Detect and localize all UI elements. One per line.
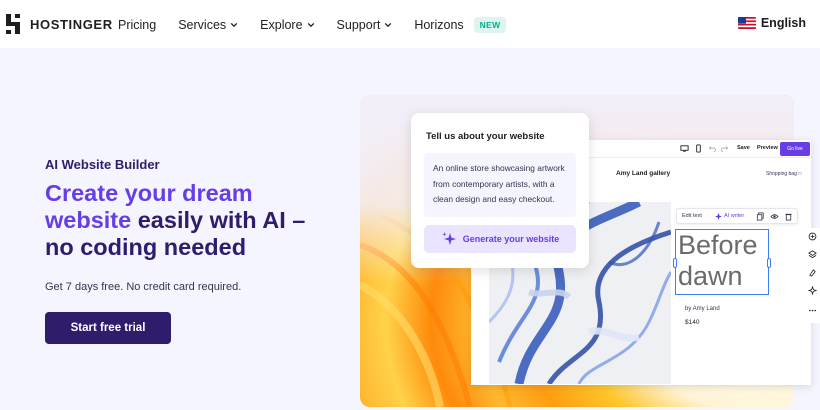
nav-item-pricing[interactable]: Pricing: [118, 18, 156, 32]
language-label: English: [760, 16, 806, 30]
hostinger-logo[interactable]: HOSTINGER: [6, 14, 113, 34]
bag-icon: □: [798, 171, 802, 177]
nav-item-label: Explore: [260, 18, 303, 32]
palette-icon[interactable]: [808, 268, 817, 277]
start-free-trial-button[interactable]: Start free trial: [45, 312, 171, 344]
resize-handle-left[interactable]: [673, 258, 677, 268]
sparkle-icon: [714, 212, 723, 221]
desktop-icon[interactable]: [680, 144, 689, 153]
text-edit-toolbar: Edit text AI writer: [676, 208, 798, 224]
new-badge: NEW: [473, 17, 507, 33]
top-nav-bar: HOSTINGER Pricing Services Explore Suppo…: [0, 0, 820, 48]
editor-side-tools: [806, 228, 820, 323]
duplicate-icon[interactable]: [756, 212, 765, 221]
hero-title: Create your dream website easily with AI…: [45, 180, 315, 261]
chevron-down-icon: [307, 22, 314, 28]
sparkle-icon: [441, 232, 456, 245]
artist-byline: by Amy Land: [685, 306, 720, 312]
trash-icon[interactable]: [784, 212, 793, 221]
nav-item-label: Horizons: [414, 18, 464, 32]
nav-item-horizons[interactable]: Horizons NEW: [414, 17, 507, 33]
nav-item-label: Pricing: [118, 18, 157, 32]
chevron-down-icon: [385, 22, 392, 28]
nav-item-label: Services: [178, 18, 227, 32]
language-selector[interactable]: English: [737, 16, 806, 30]
shopping-bag-link[interactable]: Shopping bag □: [766, 171, 801, 177]
ai-prompt-card: Tell us about your website An online sto…: [411, 113, 589, 268]
logo-wordmark: HOSTINGER: [30, 16, 113, 32]
add-icon[interactable]: [808, 232, 817, 241]
website-description-input[interactable]: An online store showcasing artwork from …: [424, 153, 576, 217]
mobile-icon[interactable]: [694, 144, 703, 153]
layers-icon[interactable]: [808, 250, 817, 259]
product-heading: Before dawn: [678, 230, 758, 292]
prompt-card-title: Tell us about your website: [426, 131, 545, 142]
generate-website-button[interactable]: Generate your website: [424, 225, 576, 253]
nav-item-services[interactable]: Services: [178, 18, 238, 32]
generate-website-label: Generate your website: [462, 234, 560, 244]
heading-line-1: Before: [678, 230, 758, 260]
nav-item-label: Support: [336, 18, 381, 32]
save-button[interactable]: Save: [737, 145, 750, 151]
preview-button[interactable]: Preview: [757, 145, 778, 151]
ai-writer-button[interactable]: AI writer: [724, 213, 744, 219]
ai-sparkle-icon[interactable]: [808, 286, 817, 295]
hostinger-logo-icon: [6, 14, 24, 34]
nav-item-support[interactable]: Support: [337, 18, 393, 32]
hero-eyebrow: AI Website Builder: [45, 157, 160, 172]
product-price: $140: [685, 319, 700, 326]
undo-icon[interactable]: [708, 144, 717, 153]
selected-heading[interactable]: Before dawn: [673, 229, 771, 295]
redo-icon[interactable]: [720, 144, 729, 153]
edit-text-button[interactable]: Edit text: [682, 213, 702, 219]
site-name: Amy Land gallery: [616, 170, 671, 177]
nav-item-explore[interactable]: Explore: [260, 18, 314, 32]
eye-icon[interactable]: [770, 212, 779, 221]
us-flag-icon: [737, 17, 756, 29]
heading-line-2: dawn: [678, 261, 743, 291]
chevron-down-icon: [230, 22, 238, 28]
hero-subtitle: Get 7 days free. No credit card required…: [45, 281, 242, 293]
more-icon[interactable]: [808, 306, 817, 315]
go-live-button[interactable]: Go live: [780, 142, 810, 156]
shopping-bag-label: Shopping bag: [766, 171, 797, 177]
resize-handle-right[interactable]: [767, 258, 771, 268]
main-navigation: Pricing Services Explore Support Horizon…: [118, 17, 528, 33]
